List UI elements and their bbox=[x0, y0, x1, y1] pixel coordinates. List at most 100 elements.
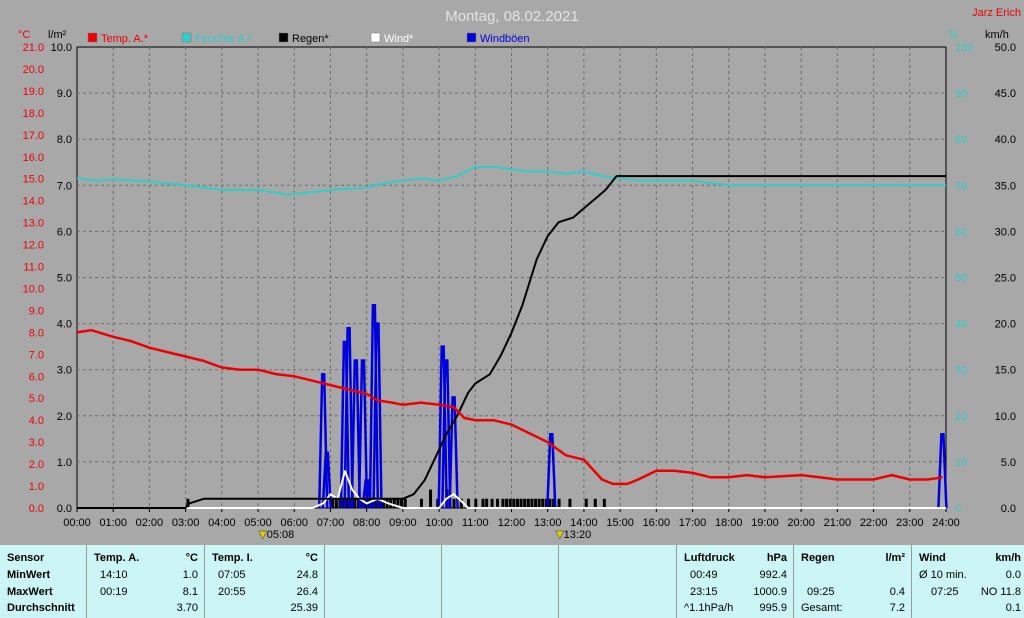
legend-swatch bbox=[370, 32, 381, 43]
humidity-tick-label: 50 bbox=[955, 273, 967, 285]
temp-tick-label: 1.0 bbox=[29, 481, 44, 493]
rain-bar bbox=[452, 498, 456, 508]
rain-unit: l/m² bbox=[885, 552, 905, 564]
temp-tick-label: 7.0 bbox=[29, 349, 44, 361]
rain-tick-label: 9.0 bbox=[57, 88, 72, 100]
rain-bar bbox=[505, 498, 509, 508]
rain-bar bbox=[508, 498, 512, 508]
temp-i-max-time: 20:55 bbox=[218, 586, 246, 598]
temp-tick-label: 6.0 bbox=[29, 371, 44, 383]
stats-wind-col: Wind km/h Ø 10 min. 0.0 07:25 NO 11.8 0.… bbox=[912, 545, 1024, 618]
legend-label: Wind* bbox=[384, 33, 414, 45]
wind-tick-label: 0.0 bbox=[1001, 503, 1016, 515]
rain-tick-label: 7.0 bbox=[57, 180, 72, 192]
x-tick-label: 09:00 bbox=[389, 517, 417, 529]
temp-tick-label: 8.0 bbox=[29, 327, 44, 339]
station-name: Jarz Erich bbox=[972, 7, 1021, 19]
temp-tick-label: 17.0 bbox=[23, 130, 44, 142]
sun-marker-icon bbox=[258, 530, 268, 540]
sun-marker-label: 05:08 bbox=[267, 529, 295, 541]
rain-bar bbox=[584, 498, 588, 508]
rain-bar bbox=[515, 498, 519, 508]
x-tick-label: 06:00 bbox=[280, 517, 308, 529]
x-tick-label: 03:00 bbox=[172, 517, 200, 529]
weather-chart: Montag, 08.02.2021 Jarz Erich °C l/m² % … bbox=[18, 7, 1021, 541]
rain-bar bbox=[496, 498, 500, 508]
rain-tick-label: 5.0 bbox=[57, 273, 72, 285]
rain-tick-label: 3.0 bbox=[57, 365, 72, 377]
wind-max: NO 11.8 bbox=[980, 586, 1021, 598]
rain-bar bbox=[419, 498, 423, 508]
pressure-min: 992.4 bbox=[759, 569, 787, 581]
rain-tick-label: 0.0 bbox=[57, 503, 72, 515]
temp-axis-unit: °C bbox=[18, 29, 30, 41]
x-tick-label: 14:00 bbox=[570, 517, 598, 529]
temp-i-min-time: 07:05 bbox=[218, 569, 246, 581]
temp-i-avg: 25.39 bbox=[290, 602, 318, 614]
stats-empty-col-1 bbox=[325, 545, 442, 618]
temp-i-min: 24.8 bbox=[296, 569, 318, 581]
rain-total: 7.2 bbox=[889, 602, 905, 614]
rain-tick-label: 4.0 bbox=[57, 319, 72, 331]
pressure-unit: hPa bbox=[766, 552, 787, 564]
temp-tick-label: 4.0 bbox=[29, 415, 44, 427]
temp-tick-label: 18.0 bbox=[23, 108, 44, 120]
rain-bar bbox=[526, 498, 530, 508]
rain-tick-label: 6.0 bbox=[57, 226, 72, 238]
wind-unit: km/h bbox=[995, 552, 1021, 564]
temp-tick-label: 16.0 bbox=[23, 152, 44, 164]
rain-bar bbox=[541, 498, 545, 508]
x-tick-label: 23:00 bbox=[896, 517, 924, 529]
x-tick-label: 05:00 bbox=[244, 517, 272, 529]
wind-tick-label: 15.0 bbox=[995, 365, 1016, 377]
legend-swatch bbox=[87, 32, 98, 43]
temp-a-max: 8.1 bbox=[182, 586, 198, 598]
rain-bar bbox=[474, 498, 478, 508]
wind-tick-label: 30.0 bbox=[995, 226, 1016, 238]
temp-tick-label: 21.0 bbox=[23, 42, 44, 54]
rain-max-time: 09:25 bbox=[807, 586, 835, 598]
stats-temp-a-col: Temp. A. °C 14:10 1.0 00:19 8.1 3.70 bbox=[87, 545, 205, 618]
temp-tick-label: 13.0 bbox=[23, 218, 44, 230]
pressure-max-time: 23:15 bbox=[690, 586, 718, 598]
x-tick-label: 18:00 bbox=[715, 517, 743, 529]
temp-tick-label: 3.0 bbox=[29, 437, 44, 449]
temp-tick-label: 19.0 bbox=[23, 86, 44, 98]
humidity-tick-label: 100 bbox=[955, 42, 973, 54]
humidity-tick-label: 0 bbox=[955, 503, 961, 515]
temp-tick-label: 10.0 bbox=[23, 283, 44, 295]
rain-bar bbox=[537, 498, 541, 508]
temp-tick-label: 12.0 bbox=[23, 240, 44, 252]
row-max-label: MaxWert bbox=[7, 586, 53, 598]
temp-i-max: 26.4 bbox=[296, 586, 318, 598]
x-tick-label: 13:00 bbox=[534, 517, 562, 529]
stats-panel: Sensor MinWert MaxWert Durchschnitt Temp… bbox=[0, 545, 1024, 618]
x-tick-label: 19:00 bbox=[751, 517, 779, 529]
x-tick-label: 00:00 bbox=[63, 517, 91, 529]
x-tick-label: 21:00 bbox=[824, 517, 852, 529]
sun-markers: 05:08 13:20 bbox=[258, 529, 591, 541]
wind-tick-label: 5.0 bbox=[1001, 457, 1016, 469]
temp-a-title: Temp. A. bbox=[94, 552, 140, 564]
x-tick-label: 11:00 bbox=[462, 517, 489, 529]
rain-bar bbox=[519, 498, 523, 508]
wind-day-avg: 0.1 bbox=[1005, 602, 1021, 614]
stats-sensor-col: Sensor MinWert MaxWert Durchschnitt bbox=[0, 545, 87, 618]
legend: Temp. A.* Feuchte A.* Regen* Wind* Windböen bbox=[87, 32, 530, 45]
x-tick-label: 22:00 bbox=[860, 517, 888, 529]
sensor-label: Sensor bbox=[7, 552, 45, 564]
rain-bar bbox=[602, 498, 606, 508]
wind-tick-label: 25.0 bbox=[995, 273, 1016, 285]
wind-max-time: 07:25 bbox=[931, 586, 959, 598]
x-tick-label: 17:00 bbox=[679, 517, 707, 529]
x-tick-label: 24:00 bbox=[932, 517, 960, 529]
temp-tick-label: 2.0 bbox=[29, 459, 44, 471]
x-tick-label: 08:00 bbox=[353, 517, 381, 529]
stats-empty-col-2 bbox=[442, 545, 559, 618]
sun-marker-icon bbox=[555, 530, 565, 540]
x-tick-label: 04:00 bbox=[208, 517, 236, 529]
wind-avg: 0.0 bbox=[1005, 569, 1021, 581]
rain-bar bbox=[334, 498, 338, 508]
legend-swatch bbox=[181, 32, 192, 43]
stats-pressure-col: Luftdruck hPa 00:49 992.4 23:15 1000.9 ^… bbox=[677, 545, 794, 618]
